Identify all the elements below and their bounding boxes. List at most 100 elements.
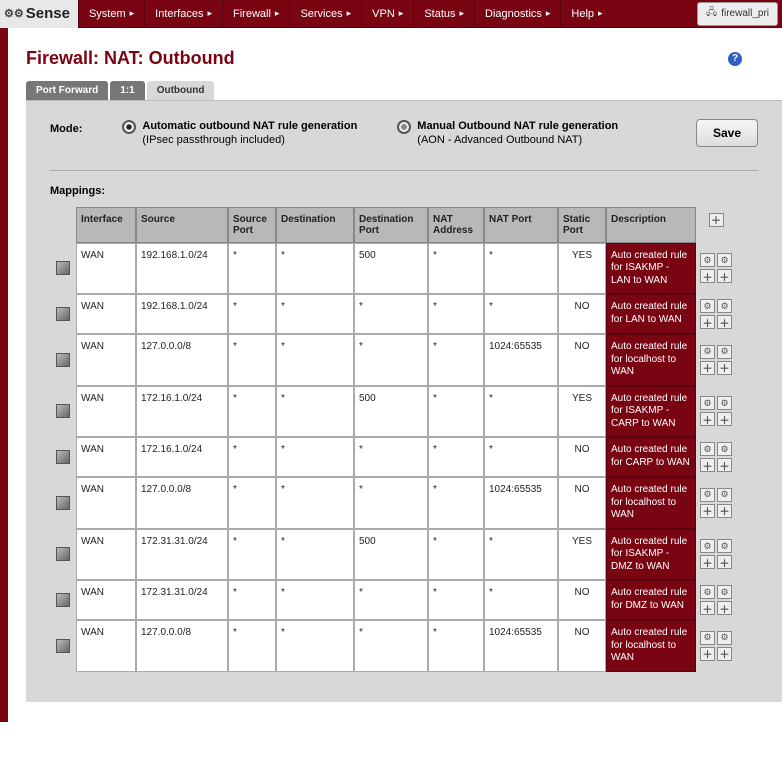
table-cell: * bbox=[276, 243, 354, 295]
clone-rule-button[interactable] bbox=[717, 539, 732, 553]
edit-rule-button[interactable] bbox=[700, 539, 715, 553]
tab-port-forward[interactable]: Port Forward bbox=[26, 81, 108, 100]
menu-label: Status bbox=[424, 8, 455, 20]
add-rule-button[interactable] bbox=[709, 213, 724, 227]
table-cell: * bbox=[428, 437, 484, 477]
table-cell: * bbox=[228, 386, 276, 438]
table-cell: NO bbox=[558, 580, 606, 620]
tab-outbound[interactable]: Outbound bbox=[147, 81, 215, 100]
table-cell: WAN bbox=[76, 580, 136, 620]
table-cell: 500 bbox=[354, 529, 428, 581]
column-header: Destination Port bbox=[354, 207, 428, 243]
insert-rule-button[interactable] bbox=[700, 601, 715, 615]
insert-rule-button[interactable] bbox=[700, 315, 715, 329]
insert-rule-below-button[interactable] bbox=[717, 361, 732, 375]
table-cell: YES bbox=[558, 386, 606, 438]
edit-rule-button[interactable] bbox=[700, 442, 715, 456]
checkbox-icon bbox=[56, 404, 70, 418]
row-select[interactable] bbox=[50, 386, 76, 438]
description-cell: Auto created rule for ISAKMP - CARP to W… bbox=[606, 386, 696, 438]
description-cell: Auto created rule for DMZ to WAN bbox=[606, 580, 696, 620]
table-cell: NO bbox=[558, 477, 606, 529]
row-select[interactable] bbox=[50, 620, 76, 672]
clone-rule-button[interactable] bbox=[717, 488, 732, 502]
edit-rule-button[interactable] bbox=[700, 345, 715, 359]
insert-rule-below-button[interactable] bbox=[717, 504, 732, 518]
row-select[interactable] bbox=[50, 294, 76, 334]
insert-rule-button[interactable] bbox=[700, 504, 715, 518]
clone-rule-button[interactable] bbox=[717, 442, 732, 456]
menu-item-services[interactable]: Services▸ bbox=[289, 0, 361, 27]
menu-item-status[interactable]: Status▸ bbox=[413, 0, 474, 27]
mode-auto-option[interactable]: Automatic outbound NAT rule generation (… bbox=[122, 119, 357, 148]
clone-rule-button[interactable] bbox=[717, 585, 732, 599]
edit-rule-button[interactable] bbox=[700, 299, 715, 313]
insert-rule-below-button[interactable] bbox=[717, 315, 732, 329]
menu-item-help[interactable]: Help▸ bbox=[560, 0, 612, 27]
table-cell: * bbox=[228, 620, 276, 672]
row-actions bbox=[696, 386, 736, 438]
table-cell: * bbox=[228, 243, 276, 295]
menu-item-interfaces[interactable]: Interfaces▸ bbox=[144, 0, 222, 27]
menu-item-vpn[interactable]: VPN▸ bbox=[361, 0, 413, 27]
insert-rule-button[interactable] bbox=[700, 647, 715, 661]
column-header: NAT Port bbox=[484, 207, 558, 243]
insert-rule-button[interactable] bbox=[700, 412, 715, 426]
mode-manual-title: Manual Outbound NAT rule generation bbox=[417, 120, 618, 132]
clone-rule-button[interactable] bbox=[717, 299, 732, 313]
process-icon: 🖧 bbox=[706, 5, 717, 22]
chevron-right-icon: ▸ bbox=[598, 8, 603, 19]
row-select[interactable] bbox=[50, 437, 76, 477]
table-cell: * bbox=[276, 477, 354, 529]
row-select[interactable] bbox=[50, 243, 76, 295]
checkbox-icon bbox=[56, 450, 70, 464]
row-actions bbox=[696, 294, 736, 334]
insert-rule-below-button[interactable] bbox=[717, 412, 732, 426]
table-cell: * bbox=[484, 294, 558, 334]
insert-rule-button[interactable] bbox=[700, 458, 715, 472]
save-button[interactable]: Save bbox=[696, 119, 758, 147]
column-header: Source Port bbox=[228, 207, 276, 243]
top-menu-bar: ⚙⚙ Sense System▸Interfaces▸Firewall▸Serv… bbox=[0, 0, 782, 28]
row-select[interactable] bbox=[50, 477, 76, 529]
clone-rule-button[interactable] bbox=[717, 345, 732, 359]
insert-rule-below-button[interactable] bbox=[717, 555, 732, 569]
tab-one-to-one[interactable]: 1:1 bbox=[110, 81, 144, 100]
edit-rule-button[interactable] bbox=[700, 631, 715, 645]
table-cell: * bbox=[354, 334, 428, 386]
insert-rule-below-button[interactable] bbox=[717, 647, 732, 661]
clone-rule-button[interactable] bbox=[717, 631, 732, 645]
help-icon[interactable]: ? bbox=[728, 52, 742, 66]
insert-rule-below-button[interactable] bbox=[717, 601, 732, 615]
clone-rule-button[interactable] bbox=[717, 253, 732, 267]
menu-item-diagnostics[interactable]: Diagnostics▸ bbox=[474, 0, 560, 27]
edit-rule-button[interactable] bbox=[700, 253, 715, 267]
edit-rule-button[interactable] bbox=[700, 396, 715, 410]
menu-item-system[interactable]: System▸ bbox=[78, 0, 144, 27]
active-process-pill[interactable]: 🖧 firewall_pri bbox=[697, 2, 778, 26]
edit-rule-button[interactable] bbox=[700, 488, 715, 502]
menu-label: Services bbox=[300, 8, 342, 20]
table-cell: 500 bbox=[354, 386, 428, 438]
insert-rule-button[interactable] bbox=[700, 555, 715, 569]
table-cell: YES bbox=[558, 529, 606, 581]
edit-rule-button[interactable] bbox=[700, 585, 715, 599]
mode-manual-option[interactable]: Manual Outbound NAT rule generation (AON… bbox=[397, 119, 618, 148]
clone-rule-button[interactable] bbox=[717, 396, 732, 410]
insert-rule-below-button[interactable] bbox=[717, 458, 732, 472]
table-cell: * bbox=[228, 477, 276, 529]
insert-rule-below-button[interactable] bbox=[717, 269, 732, 283]
row-select[interactable] bbox=[50, 580, 76, 620]
insert-rule-button[interactable] bbox=[700, 361, 715, 375]
table-cell: * bbox=[276, 334, 354, 386]
row-select[interactable] bbox=[50, 529, 76, 581]
table-cell: * bbox=[228, 437, 276, 477]
chevron-right-icon: ▸ bbox=[275, 8, 280, 19]
row-actions bbox=[696, 437, 736, 477]
insert-rule-button[interactable] bbox=[700, 269, 715, 283]
row-select[interactable] bbox=[50, 334, 76, 386]
table-cell: * bbox=[428, 334, 484, 386]
mappings-label: Mappings: bbox=[50, 185, 758, 197]
menu-item-firewall[interactable]: Firewall▸ bbox=[222, 0, 289, 27]
brand-logo[interactable]: ⚙⚙ Sense bbox=[0, 0, 78, 28]
